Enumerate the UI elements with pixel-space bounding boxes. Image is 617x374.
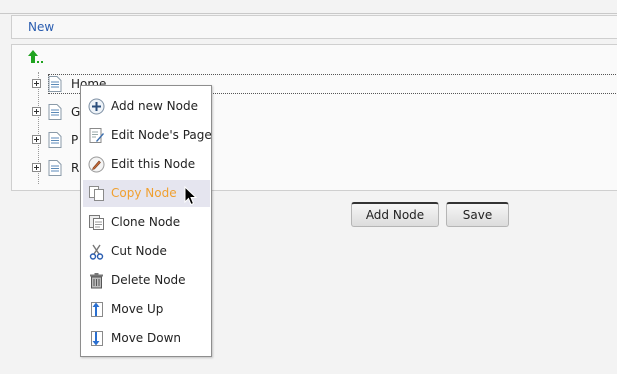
node-label[interactable]: R [71,161,79,175]
page-icon [48,132,62,148]
expand-toggle-icon[interactable] [32,135,41,144]
menu-item-edit-node-page[interactable]: Edit Node's Page [83,122,212,149]
move-up-icon [91,302,103,317]
menu-item-delete-node[interactable]: Delete Node [83,267,210,294]
header-bar: New [11,15,617,39]
save-button[interactable]: Save [446,202,509,227]
edit-page-icon [89,128,104,143]
menu-item-move-down[interactable]: Move Down [83,325,210,352]
context-menu: Add new Node Edit Node's Page Edit this … [80,85,212,357]
scissors-icon [89,244,104,260]
menu-item-cut-node[interactable]: Cut Node [83,238,210,265]
menu-item-move-up[interactable]: Move Up [83,296,210,323]
add-node-button[interactable]: Add Node [351,202,439,227]
pencil-icon [88,156,105,173]
expand-toggle-icon[interactable] [32,163,41,172]
menu-item-add-new-node[interactable]: Add new Node [83,93,210,120]
expand-toggle-icon[interactable] [32,107,41,116]
expand-toggle-icon[interactable] [32,79,41,88]
node-label[interactable]: P [71,133,78,147]
clone-icon [89,215,104,230]
page-icon [48,76,62,92]
page-icon [48,104,62,120]
node-label[interactable]: G [71,105,80,119]
move-down-icon [91,331,103,346]
page-icon [48,160,62,176]
mouse-pointer-icon [184,186,198,206]
add-icon [88,98,105,115]
top-divider [0,0,617,14]
trash-icon [90,273,103,289]
tree-root-up-arrow-icon[interactable] [28,49,48,65]
copy-icon [89,186,104,201]
menu-item-clone-node[interactable]: Clone Node [83,209,210,236]
menu-item-edit-this-node[interactable]: Edit this Node [83,151,210,178]
new-link[interactable]: New [28,20,54,34]
